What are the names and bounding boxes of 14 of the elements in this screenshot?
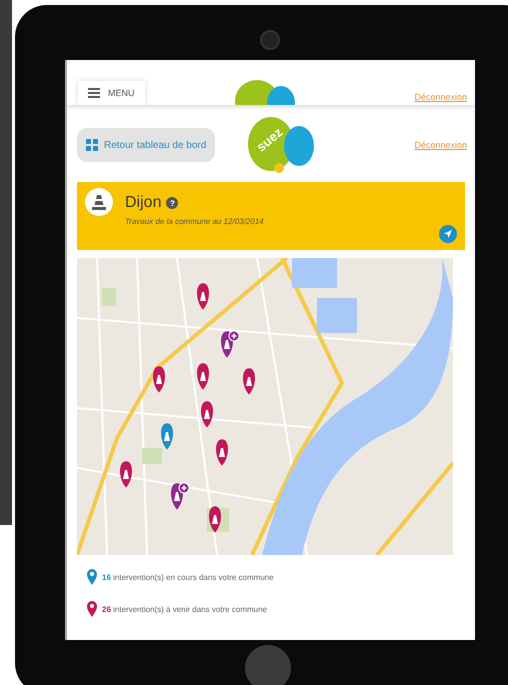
commune-title: Dijon [125,194,162,212]
legend-text: 26 intervention(s) à venir dans votre commune [102,604,267,614]
logout-link[interactable]: Déconnexion [414,140,467,150]
menu-icon [88,88,100,98]
help-icon[interactable]: ? [166,197,178,209]
menu-button[interactable]: MENU [78,81,144,105]
camera-icon [260,30,280,50]
navigation-icon[interactable] [439,225,457,243]
grid-icon [86,139,98,151]
legend-text: 16 intervention(s) en cours dans votre commune [102,572,274,582]
banner-subtitle: Travaux de la commune au 12/03/2014 [125,217,264,226]
cone-icon [85,188,113,216]
dashboard-button[interactable]: Retour tableau de bord [77,128,216,162]
logout-link[interactable]: Déconnexion [414,92,467,102]
